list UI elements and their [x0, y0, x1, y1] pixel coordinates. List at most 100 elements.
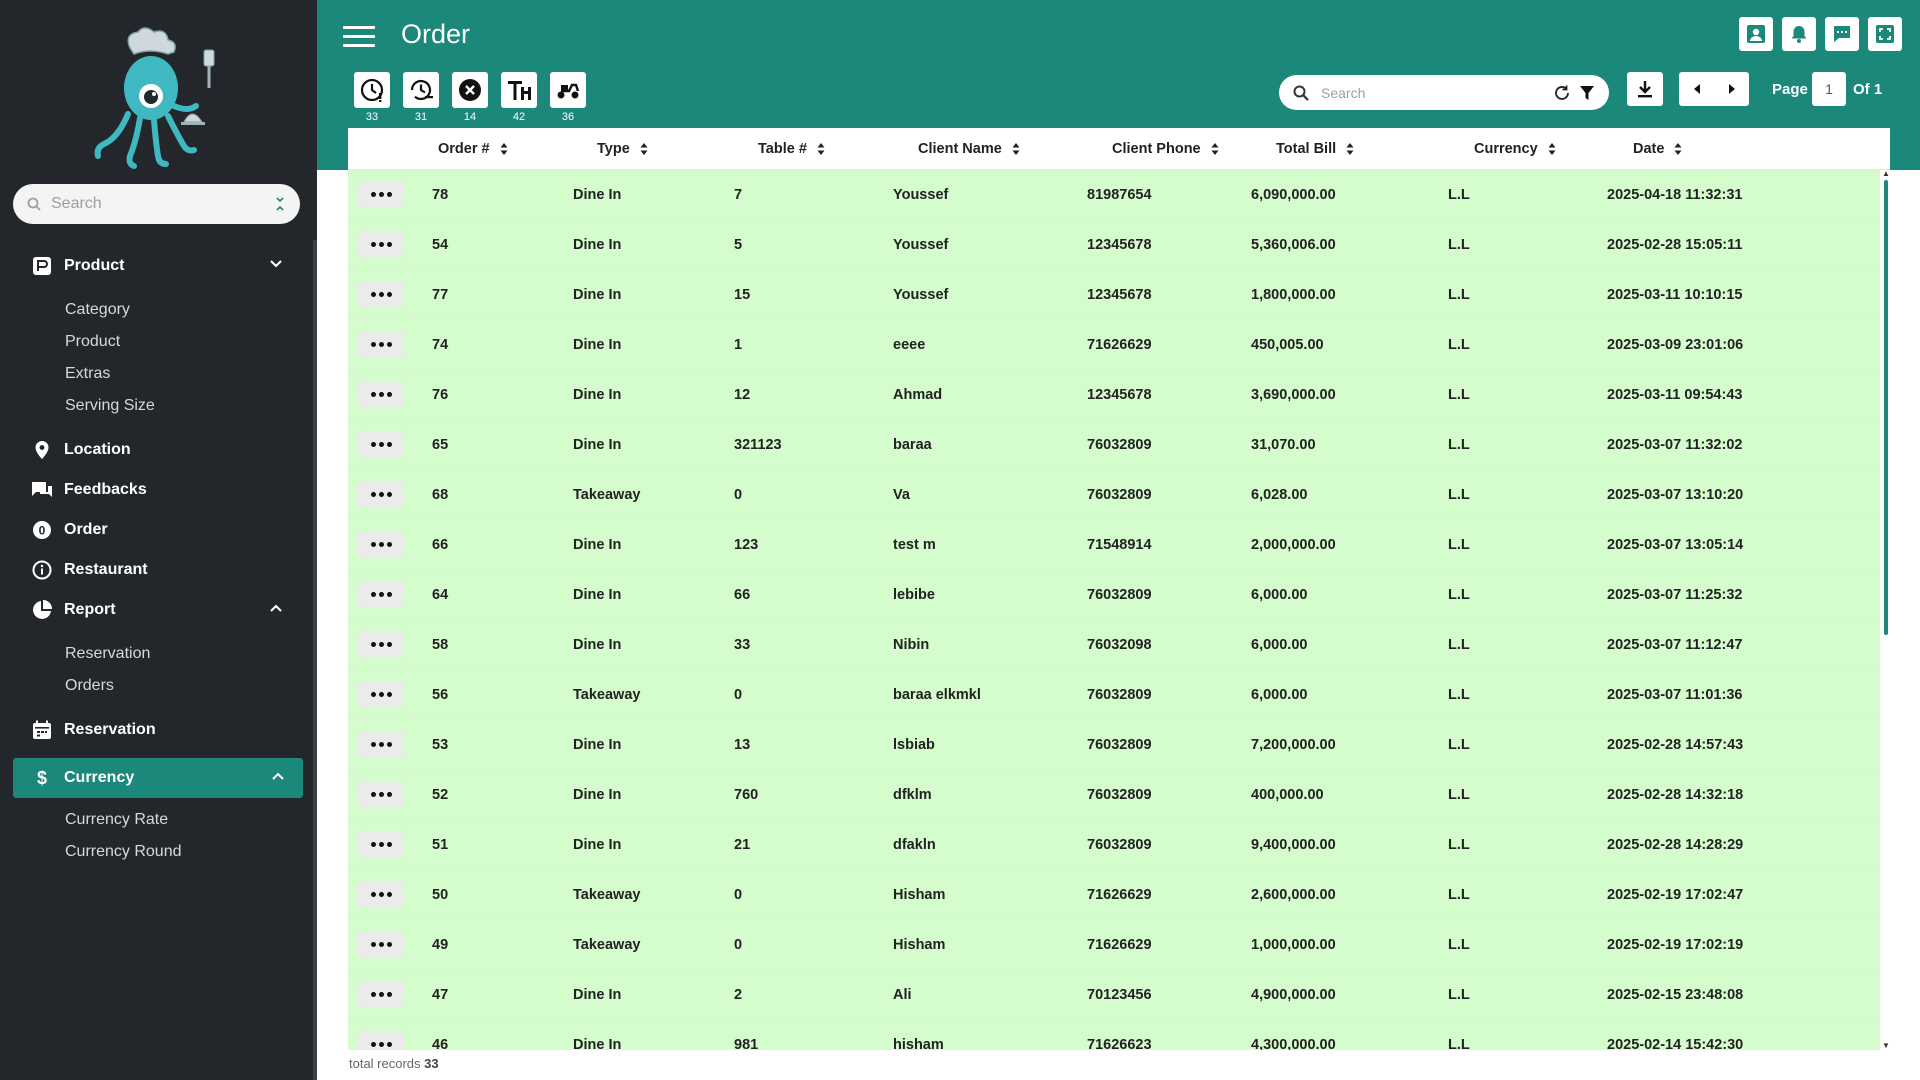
- cell-table-number: 321123: [734, 436, 782, 453]
- row-actions-button[interactable]: [358, 181, 404, 207]
- sidebar-subitem-category[interactable]: Category: [0, 294, 313, 326]
- column-header-order-number[interactable]: Order #: [438, 128, 508, 170]
- row-actions-button[interactable]: [358, 331, 404, 357]
- sidebar-scrollbar[interactable]: [313, 240, 317, 1080]
- scrollbar-thumb[interactable]: [1884, 180, 1888, 635]
- status-filter-pending[interactable]: 33: [354, 72, 390, 123]
- page-title: Order: [401, 19, 471, 49]
- status-filter-in-progress[interactable]: 31: [403, 72, 439, 123]
- scroll-down-arrow-icon[interactable]: ▼: [1882, 1042, 1890, 1050]
- row-actions-button[interactable]: [358, 1031, 404, 1050]
- sidebar-item-location[interactable]: Location: [0, 430, 313, 470]
- cell-total-bill: 6,000.00: [1251, 636, 1308, 653]
- table-row[interactable]: 54 Dine In 5 Youssef 12345678 5,360,006.00 L.L…: [348, 220, 1880, 270]
- page-number-input[interactable]: [1812, 72, 1846, 106]
- table-row[interactable]: 65 Dine In 321123 baraa 76032809 31,070.00 L.L…: [348, 420, 1880, 470]
- sidebar-item-reservation[interactable]: Reservation: [0, 710, 313, 750]
- order-search[interactable]: [1279, 75, 1609, 110]
- table-row[interactable]: 52 Dine In 760 dfklm 76032809 400,000.00 L.L 20…: [348, 770, 1880, 820]
- column-header-client-name[interactable]: Client Name: [918, 128, 1020, 170]
- sidebar-subitem-currency-round[interactable]: Currency Round: [0, 836, 313, 868]
- cell-currency: L.L: [1448, 336, 1470, 353]
- status-filter-dine-in[interactable]: 42: [501, 72, 537, 123]
- table-row[interactable]: 49 Takeaway 0 Hisham 71626629 1,000,000.00 L.L…: [348, 920, 1880, 970]
- sidebar-subitem-reservation-report[interactable]: Reservation: [0, 638, 313, 670]
- row-actions-button[interactable]: [358, 481, 404, 507]
- cell-total-bill: 6,000.00: [1251, 686, 1308, 703]
- profile-button[interactable]: [1739, 17, 1773, 51]
- table-row[interactable]: 56 Takeaway 0 baraa elkmkl 76032809 6,000.00 L…: [348, 670, 1880, 720]
- table-row[interactable]: 46 Dine In 981 hisham 71626623 4,300,000.00 L.…: [348, 1020, 1880, 1050]
- menu-toggle-button[interactable]: [343, 26, 375, 48]
- next-page-button[interactable]: [1714, 72, 1749, 106]
- cell-order-number: 64: [432, 586, 449, 603]
- more-dot-icon: [370, 441, 376, 447]
- sidebar-item-product[interactable]: Product: [0, 246, 313, 286]
- table-row[interactable]: 77 Dine In 15 Youssef 12345678 1,800,000.00 L.…: [348, 270, 1880, 320]
- table-row[interactable]: 53 Dine In 13 lsbiab 76032809 7,200,000.00 L.L…: [348, 720, 1880, 770]
- row-actions-button[interactable]: [358, 931, 404, 957]
- filter-icon[interactable]: [1579, 85, 1595, 101]
- row-actions-button[interactable]: [358, 681, 404, 707]
- cell-client-phone: 12345678: [1087, 286, 1152, 303]
- column-header-total-bill[interactable]: Total Bill: [1276, 128, 1354, 170]
- table-row[interactable]: 76 Dine In 12 Ahmad 12345678 3,690,000.00 L.L 2…: [348, 370, 1880, 420]
- row-actions-button[interactable]: [358, 381, 404, 407]
- collapse-icon[interactable]: [274, 196, 286, 212]
- cell-client-name: lsbiab: [893, 736, 935, 753]
- table-row[interactable]: 50 Takeaway 0 Hisham 71626629 2,600,000.00 L.L…: [348, 870, 1880, 920]
- row-actions-button[interactable]: [358, 831, 404, 857]
- status-filter-cancelled[interactable]: 14: [452, 72, 488, 123]
- table-row[interactable]: 47 Dine In 2 Ali 70123456 4,900,000.00 L.L 2025…: [348, 970, 1880, 1020]
- cell-client-name: Youssef: [893, 286, 949, 303]
- row-actions-button[interactable]: [358, 981, 404, 1007]
- row-actions-button[interactable]: [358, 731, 404, 757]
- row-actions-button[interactable]: [358, 631, 404, 657]
- row-actions-button[interactable]: [358, 231, 404, 257]
- sidebar-subitem-serving-size[interactable]: Serving Size: [0, 390, 313, 422]
- sidebar-item-restaurant[interactable]: Restaurant: [0, 550, 313, 590]
- sidebar-search[interactable]: Search: [13, 184, 300, 224]
- sidebar-item-feedbacks[interactable]: Feedbacks: [0, 470, 313, 510]
- column-header-type[interactable]: Type: [597, 128, 648, 170]
- refresh-icon[interactable]: [1553, 84, 1571, 102]
- search-input[interactable]: [1321, 84, 1553, 101]
- more-dot-icon: [386, 941, 392, 947]
- sidebar-item-currency[interactable]: $ Currency: [13, 758, 303, 798]
- row-actions-button[interactable]: [358, 431, 404, 457]
- sidebar-subitem-product[interactable]: Product: [0, 326, 313, 358]
- sidebar-item-order[interactable]: 0 Order: [0, 510, 313, 550]
- sidebar-subitem-extras[interactable]: Extras: [0, 358, 313, 390]
- sidebar-subitem-orders-report[interactable]: Orders: [0, 670, 313, 702]
- row-actions-button[interactable]: [358, 281, 404, 307]
- table-row[interactable]: 68 Takeaway 0 Va 76032809 6,028.00 L.L 2025-03-…: [348, 470, 1880, 520]
- status-filter-delivery[interactable]: 36: [550, 72, 586, 123]
- row-actions-button[interactable]: [358, 881, 404, 907]
- table-row[interactable]: 64 Dine In 66 lebibe 76032809 6,000.00 L.L 2025…: [348, 570, 1880, 620]
- messages-button[interactable]: [1825, 17, 1859, 51]
- table-row[interactable]: 78 Dine In 7 Youssef 81987654 6,090,000.00 L.L…: [348, 170, 1880, 220]
- column-header-currency[interactable]: Currency: [1474, 128, 1556, 170]
- scroll-up-arrow-icon[interactable]: ▲: [1882, 170, 1890, 178]
- chevron-up-icon: [272, 772, 284, 780]
- table-scrollbar[interactable]: ▲ ▼: [1882, 170, 1890, 1050]
- fullscreen-button[interactable]: [1868, 17, 1902, 51]
- cell-type: Dine In: [573, 1036, 622, 1051]
- previous-page-button[interactable]: [1679, 72, 1714, 106]
- download-button[interactable]: [1627, 72, 1663, 106]
- more-dot-icon: [378, 1041, 384, 1047]
- column-header-client-phone[interactable]: Client Phone: [1112, 128, 1219, 170]
- row-actions-button[interactable]: [358, 781, 404, 807]
- row-actions-button[interactable]: [358, 581, 404, 607]
- table-row[interactable]: 74 Dine In 1 eeee 71626629 450,005.00 L.L 2025-…: [348, 320, 1880, 370]
- row-actions-button[interactable]: [358, 531, 404, 557]
- table-row[interactable]: 58 Dine In 33 Nibin 76032098 6,000.00 L.L 2025-…: [348, 620, 1880, 670]
- table-row[interactable]: 66 Dine In 123 test m 71548914 2,000,000.00 L.…: [348, 520, 1880, 570]
- column-header-date[interactable]: Date: [1633, 128, 1682, 170]
- table-row[interactable]: 51 Dine In 21 dfakln 76032809 9,400,000.00 L.L…: [348, 820, 1880, 870]
- cell-total-bill: 1,000,000.00: [1251, 936, 1336, 953]
- column-header-table-number[interactable]: Table #: [758, 128, 825, 170]
- sidebar-subitem-currency-rate[interactable]: Currency Rate: [0, 804, 313, 836]
- sidebar-item-report[interactable]: Report: [0, 590, 313, 630]
- notifications-button[interactable]: [1782, 17, 1816, 51]
